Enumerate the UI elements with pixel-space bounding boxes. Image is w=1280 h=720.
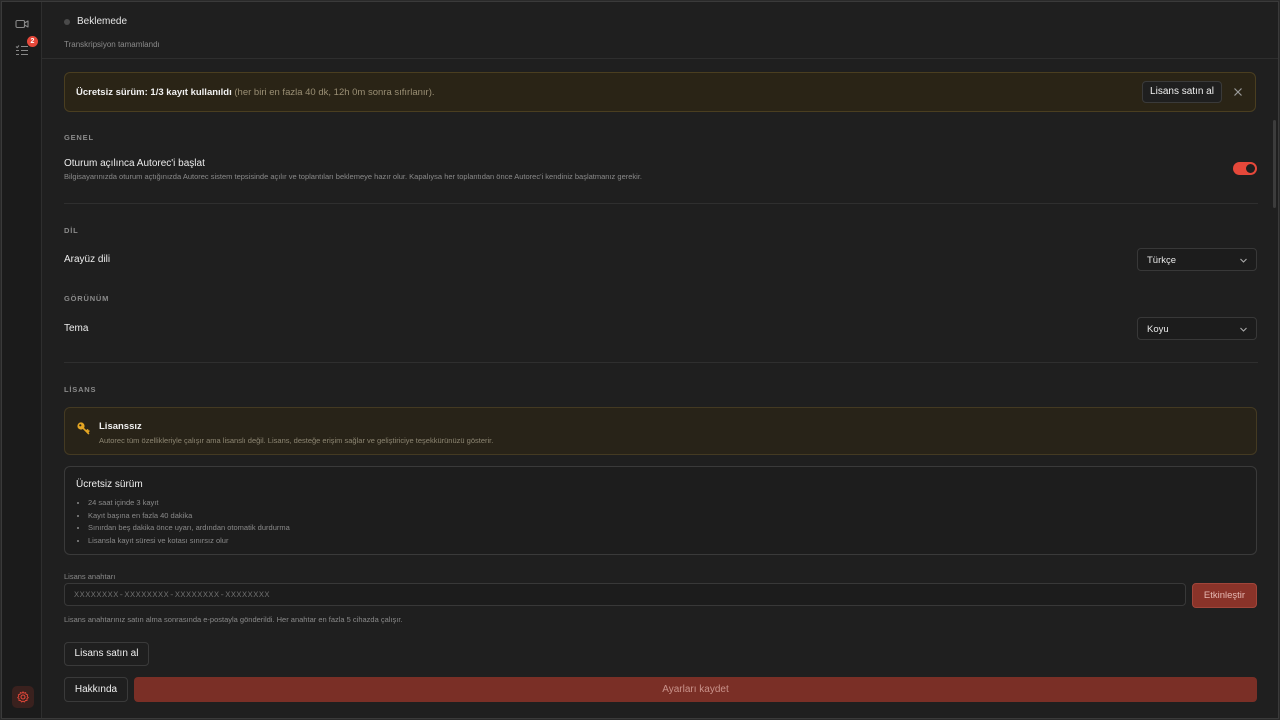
free-version-title: Ücretsiz sürüm (76, 479, 143, 490)
chevron-down-icon (1240, 258, 1247, 263)
license-key-label: Lisans anahtarı (64, 572, 116, 581)
autostart-description: Bilgisayarınızda oturum açtığınızda Auto… (64, 172, 642, 181)
gear-icon (17, 691, 29, 703)
license-key-input[interactable] (64, 583, 1186, 606)
section-divider (64, 362, 1258, 363)
scrollbar-thumb[interactable] (1273, 120, 1276, 208)
list-item: Sınırdan beş dakika önce uyarı, ardından… (88, 522, 290, 535)
license-status-title: Lisanssız (99, 421, 142, 432)
banner-bold-text: Ücretsiz sürüm: 1/3 kayıt kullanıldı (76, 87, 232, 98)
buy-license-button[interactable]: Lisans satın al (64, 642, 149, 666)
close-icon (1234, 88, 1242, 96)
theme-select[interactable]: Koyu (1137, 317, 1257, 340)
free-version-box: Ücretsiz sürüm 24 saat içinde 3 kayıt Ka… (64, 466, 1257, 555)
list-item: Lisansla kayıt süresi ve kotası sınırsız… (88, 535, 290, 548)
about-button[interactable]: Hakkında (64, 677, 128, 702)
license-section-title: LİSANS (64, 385, 97, 394)
key-icon (77, 422, 90, 435)
appearance-section-title: GÖRÜNÜM (64, 294, 110, 303)
task-list-icon (15, 45, 28, 55)
autostart-toggle[interactable] (1233, 162, 1257, 175)
activate-button[interactable]: Etkinleştir (1192, 583, 1257, 608)
list-item: Kayıt başına en fazla 40 dakika (88, 510, 290, 523)
list-item: 24 saat içinde 3 kayıt (88, 497, 290, 510)
status-header: Beklemede Transkripsiyon tamamlandı (42, 2, 1278, 59)
banner-buy-license-button[interactable]: Lisans satın al (1142, 81, 1222, 103)
language-select[interactable]: Türkçe (1137, 248, 1257, 271)
free-usage-banner: Ücretsiz sürüm: 1/3 kayıt kullanıldı (he… (64, 72, 1256, 112)
section-divider (64, 203, 1258, 204)
banner-close-button[interactable] (1231, 85, 1245, 99)
theme-label: Tema (64, 323, 89, 334)
sidebar-rail: 2 (2, 2, 42, 718)
status-subtitle: Transkripsiyon tamamlandı (64, 40, 160, 49)
settings-nav-button[interactable] (12, 686, 34, 708)
language-select-value: Türkçe (1147, 255, 1177, 266)
language-section-title: DİL (64, 226, 79, 235)
license-status-description: Autorec tüm özellikleriyle çalışır ama l… (99, 436, 494, 445)
license-key-help: Lisans anahtarınız satın alma sonrasında… (64, 615, 403, 624)
app-window: 2 Beklemede Transkripsiyon tamamlandı Üc… (1, 1, 1279, 719)
recordings-nav-button[interactable] (12, 14, 32, 34)
status-indicator (64, 19, 70, 25)
tasks-count-badge: 2 (27, 36, 38, 47)
language-label: Arayüz dili (64, 254, 111, 265)
theme-select-value: Koyu (1147, 324, 1169, 335)
save-settings-button[interactable]: Ayarları kaydet (134, 677, 1257, 702)
banner-text: Ücretsiz sürüm: 1/3 kayıt kullanıldı (he… (76, 87, 435, 98)
toggle-knob (1246, 164, 1255, 173)
general-section-title: GENEL (64, 133, 94, 142)
autostart-title: Oturum açılınca Autorec'i başlat (64, 158, 205, 169)
license-status-box: Lisanssız Autorec tüm özellikleriyle çal… (64, 407, 1257, 455)
chevron-down-icon (1240, 327, 1247, 332)
banner-muted-text: (her biri en fazla 40 dk, 12h 0m sonra s… (231, 87, 435, 98)
video-camera-icon (15, 19, 29, 29)
free-version-list: 24 saat içinde 3 kayıt Kayıt başına en f… (76, 497, 290, 548)
status-title: Beklemede (77, 16, 128, 27)
